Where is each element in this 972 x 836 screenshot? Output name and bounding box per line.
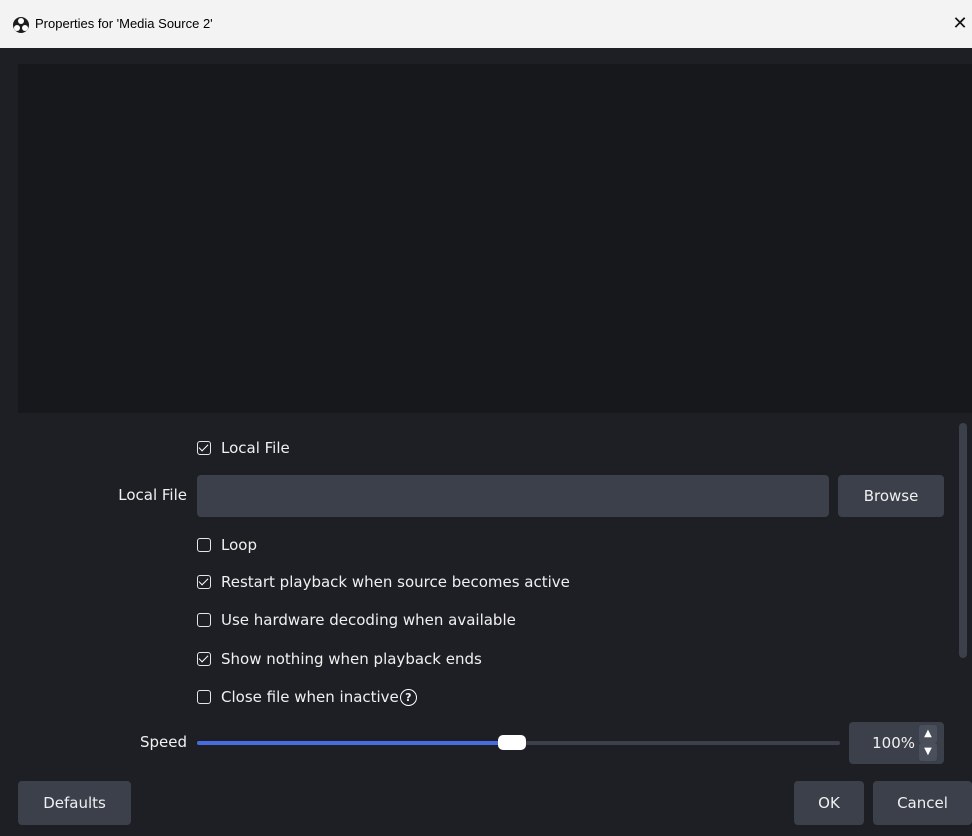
- scrollbar-thumb[interactable]: [959, 423, 967, 658]
- checkbox-icon[interactable]: [197, 441, 211, 455]
- local-file-checkbox-row[interactable]: Local File: [197, 436, 290, 460]
- cancel-button[interactable]: Cancel: [873, 781, 972, 825]
- speed-spinbox[interactable]: 100% ▲ ▼: [849, 722, 944, 764]
- checkbox-icon[interactable]: [197, 538, 211, 552]
- speed-slider[interactable]: [197, 735, 840, 750]
- defaults-button[interactable]: Defaults: [18, 781, 131, 825]
- local-file-checkbox-label: Local File: [221, 439, 290, 457]
- restart-label: Restart playback when source becomes act…: [221, 573, 570, 591]
- checkbox-icon[interactable]: [197, 575, 211, 589]
- close-inactive-checkbox-row[interactable]: Close file when inactive ?: [197, 685, 417, 709]
- checkbox-icon[interactable]: [197, 613, 211, 627]
- help-icon[interactable]: ?: [399, 688, 417, 706]
- properties-scrollbar[interactable]: [956, 423, 970, 768]
- restart-checkbox-row[interactable]: Restart playback when source becomes act…: [197, 570, 570, 594]
- show-nothing-checkbox-row[interactable]: Show nothing when playback ends: [197, 647, 482, 671]
- close-icon[interactable]: ✕: [948, 0, 972, 48]
- speed-slider-fill: [197, 741, 513, 745]
- source-preview: [18, 64, 972, 413]
- local-file-input[interactable]: [197, 475, 829, 517]
- speed-value[interactable]: 100%: [849, 722, 915, 764]
- close-inactive-label: Close file when inactive: [221, 688, 399, 706]
- hw-decoding-label: Use hardware decoding when available: [221, 611, 516, 629]
- title-bar: Properties for 'Media Source 2' ✕: [0, 0, 972, 48]
- hw-decoding-checkbox-row[interactable]: Use hardware decoding when available: [197, 608, 516, 632]
- speed-label: Speed: [139, 733, 187, 751]
- speed-slider-handle[interactable]: [498, 735, 527, 750]
- ok-button[interactable]: OK: [794, 781, 864, 825]
- chevron-down-icon[interactable]: ▼: [919, 743, 937, 761]
- browse-button[interactable]: Browse: [838, 475, 944, 517]
- show-nothing-label: Show nothing when playback ends: [221, 650, 482, 668]
- loop-checkbox-row[interactable]: Loop: [197, 533, 257, 557]
- window-title: Properties for 'Media Source 2': [35, 16, 213, 31]
- obs-logo-icon: [13, 17, 29, 33]
- checkbox-icon[interactable]: [197, 652, 211, 666]
- loop-label: Loop: [221, 536, 257, 554]
- checkbox-icon[interactable]: [197, 690, 211, 704]
- chevron-up-icon[interactable]: ▲: [919, 725, 937, 743]
- local-file-label: Local File: [118, 486, 187, 504]
